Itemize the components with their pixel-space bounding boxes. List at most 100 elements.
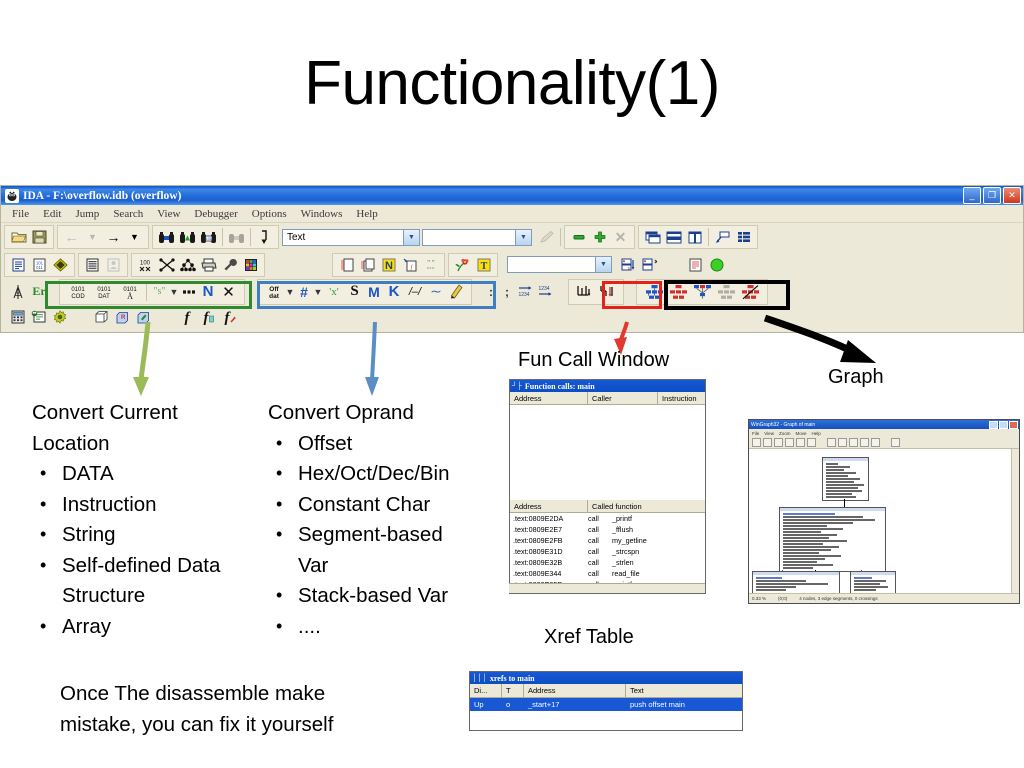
column-header-text[interactable]: Text	[626, 684, 742, 697]
column-header-called-function[interactable]: Called function	[588, 500, 705, 512]
tile-icon[interactable]	[642, 227, 663, 248]
struct-add-icon[interactable]: 6	[618, 254, 639, 275]
tilde-icon[interactable]: ∼	[426, 281, 446, 302]
minus-green-icon[interactable]	[568, 227, 589, 248]
menu-windows[interactable]: Windows	[294, 208, 350, 220]
gear-icon[interactable]	[49, 307, 70, 328]
close-button[interactable]: ✕	[1003, 187, 1021, 204]
graph-menu-help[interactable]: Help	[811, 431, 820, 436]
column-header-address[interactable]: Address	[510, 392, 588, 404]
open-icon[interactable]	[8, 227, 29, 248]
graph-canvas[interactable]	[749, 449, 1019, 597]
vertical-scrollbar[interactable]	[1011, 449, 1019, 597]
calculator-icon[interactable]	[7, 307, 28, 328]
colors-icon[interactable]	[240, 254, 261, 275]
green-circle-icon[interactable]	[706, 254, 727, 275]
comment-icon[interactable]: " "	[420, 254, 441, 275]
hex-view-icon[interactable]: 101 011	[29, 254, 50, 275]
f-edit-icon[interactable]: f	[219, 307, 240, 328]
N-rename-icon[interactable]: N	[198, 281, 218, 302]
graph-menu-zoom[interactable]: Zoom	[779, 431, 791, 436]
0101-COD-icon[interactable]: 0101 COD	[65, 281, 91, 302]
table-row[interactable]: .text:0809E31D call _strcspn	[510, 546, 705, 557]
offset-dropdown-icon[interactable]: ▼	[285, 281, 295, 302]
binoculars-grey-icon[interactable]	[226, 227, 247, 248]
string-dropdown-icon[interactable]: ▼	[169, 281, 179, 302]
graph-overview-icon[interactable]	[738, 281, 762, 302]
cross-grey-icon[interactable]: ✕	[610, 227, 631, 248]
wrench-icon[interactable]	[219, 254, 240, 275]
menu-view[interactable]: View	[150, 208, 187, 220]
search-type-combo[interactable]: Text ▼	[282, 228, 420, 246]
functions-icon[interactable]: f	[399, 254, 420, 275]
chevron-down-icon[interactable]: ▼	[515, 229, 531, 245]
list-icon[interactable]	[733, 227, 754, 248]
menu-edit[interactable]: Edit	[36, 208, 68, 220]
table-row[interactable]: .text:0809E2DA call _printf	[510, 513, 705, 524]
segment-reg-icon[interactable]: R	[112, 307, 133, 328]
graph-zoom-in-icon[interactable]	[763, 438, 772, 447]
manual-icon[interactable]: /–/	[404, 281, 426, 302]
graph-menu-move[interactable]: Move	[795, 431, 806, 436]
pencil-icon[interactable]	[446, 281, 466, 302]
column-header-address[interactable]: Address	[510, 500, 588, 512]
xref-graph-icon[interactable]	[690, 281, 714, 302]
function-calls-upper-body[interactable]	[510, 405, 705, 500]
text-view-icon[interactable]	[8, 254, 29, 275]
script-icon[interactable]	[685, 254, 706, 275]
column-header-address[interactable]: Address	[524, 684, 626, 697]
print-icon[interactable]	[198, 254, 219, 275]
semicolon-icon[interactable]: ;	[499, 281, 515, 302]
graph-menubar[interactable]: File View Zoom Move Help	[749, 429, 1019, 437]
back-arrow-icon[interactable]: ←	[61, 227, 82, 248]
menu-search[interactable]: Search	[106, 208, 150, 220]
binoculars-green-icon[interactable]	[177, 227, 198, 248]
graph-menu-file[interactable]: File	[752, 431, 759, 436]
minimize-button[interactable]: _	[963, 187, 981, 204]
link-icon[interactable]	[712, 227, 733, 248]
antenna-icon[interactable]	[7, 281, 28, 302]
graph-arrow-icon[interactable]	[827, 438, 836, 447]
call-graph-red-icon[interactable]	[666, 281, 690, 302]
table-row[interactable]: .text:0809E2FB call my_getline	[510, 535, 705, 546]
export-icon[interactable]	[357, 254, 378, 275]
minimize-button[interactable]	[989, 420, 998, 429]
structure-icon[interactable]	[103, 254, 124, 275]
column-header-direction[interactable]: Di...	[470, 684, 502, 697]
jump-down-icon[interactable]	[254, 227, 275, 248]
segments-icon[interactable]	[91, 307, 112, 328]
window-controls[interactable]: _ ❐ ✕	[963, 187, 1021, 204]
K-stack-icon[interactable]: K	[384, 281, 404, 302]
number-dropdown-icon[interactable]: ▼	[313, 281, 323, 302]
graph-node[interactable]	[752, 571, 840, 595]
pen-icon[interactable]	[536, 227, 557, 248]
text-T-icon[interactable]: T	[473, 254, 494, 275]
menu-help[interactable]: Help	[349, 208, 384, 220]
plus-green-icon[interactable]	[589, 227, 610, 248]
graph-pointer-icon[interactable]	[891, 438, 900, 447]
graph-select-icon[interactable]	[860, 438, 869, 447]
search-text-combo[interactable]: ▼	[422, 228, 532, 246]
call-tree-icon[interactable]	[177, 254, 198, 275]
xrefs-icon[interactable]	[156, 254, 177, 275]
graph-print-icon[interactable]	[752, 438, 761, 447]
table-row[interactable]: Up o _start+17 push offset main	[470, 698, 742, 711]
struct-combo[interactable]: ▼	[507, 256, 612, 273]
column-header-instruction[interactable]: Instruction	[658, 392, 705, 404]
flower-icon[interactable]	[452, 254, 473, 275]
close-button[interactable]	[1009, 420, 1018, 429]
table-row[interactable]: .text:0809E32B call _strlen	[510, 557, 705, 568]
binoculars-blue-icon[interactable]	[156, 227, 177, 248]
M-enum-icon[interactable]: M	[364, 281, 384, 302]
binoculars-101-icon[interactable]: 101	[198, 227, 219, 248]
stack-icon[interactable]	[663, 227, 684, 248]
user-graph-grey-icon[interactable]	[714, 281, 738, 302]
error-label[interactable]: Er	[28, 281, 50, 302]
array-icon[interactable]	[179, 281, 198, 302]
chevron-down-icon[interactable]: ▼	[403, 229, 419, 245]
names-icon[interactable]: N	[378, 254, 399, 275]
back-dropdown-icon[interactable]: ▼	[82, 227, 103, 248]
column-header-type[interactable]: T	[502, 684, 524, 697]
save-icon[interactable]	[29, 227, 50, 248]
Off-dat-icon[interactable]: Off dat	[263, 281, 285, 302]
